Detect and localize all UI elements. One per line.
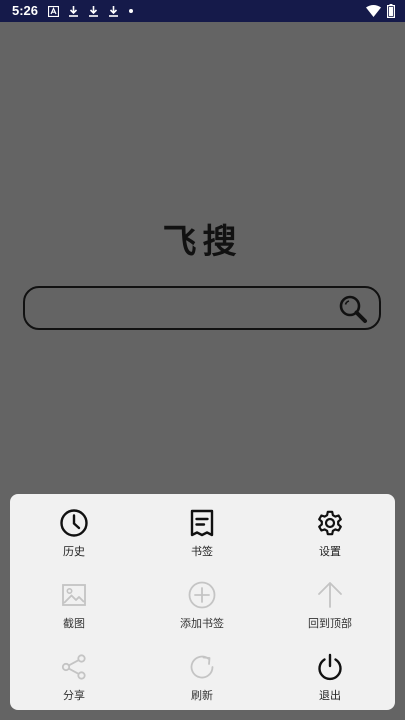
power-icon	[315, 652, 345, 682]
arrow-up-icon	[315, 580, 345, 610]
status-time: 5:26	[12, 3, 39, 18]
download-icon	[68, 5, 79, 17]
menu-item-label: 退出	[319, 689, 341, 702]
share-icon	[59, 652, 89, 682]
menu-item-screenshot[interactable]: 截图	[10, 570, 138, 642]
status-notification-icons	[48, 3, 134, 19]
notification-a-icon	[48, 5, 59, 17]
status-system-icons	[366, 3, 395, 19]
search-input[interactable]	[37, 294, 327, 322]
clock-icon	[59, 508, 89, 538]
dot-icon	[128, 8, 134, 14]
menu-item-add-bookmark[interactable]: 添加书签	[138, 570, 266, 642]
gear-icon	[315, 508, 345, 538]
menu-item-label: 设置	[319, 545, 341, 558]
menu-item-settings[interactable]: 设置	[266, 498, 394, 570]
menu-item-label: 截图	[63, 617, 85, 630]
status-bar: 5:26	[0, 0, 405, 22]
menu-item-label: 书签	[191, 545, 213, 558]
search-box[interactable]	[23, 286, 381, 330]
refresh-icon	[187, 652, 217, 682]
menu-item-exit[interactable]: 退出	[266, 642, 394, 714]
menu-item-history[interactable]: 历史	[10, 498, 138, 570]
image-icon	[59, 580, 89, 610]
menu-panel: 历史 书签 设置 截图 添加书签 回到顶部 分享 刷新 退出	[10, 494, 395, 710]
menu-item-share[interactable]: 分享	[10, 642, 138, 714]
search-icon[interactable]	[337, 293, 369, 325]
menu-item-label: 分享	[63, 689, 85, 702]
menu-item-label: 添加书签	[180, 617, 224, 630]
plus-circle-icon	[187, 580, 217, 610]
bookmark-list-icon	[187, 508, 217, 538]
menu-item-label: 历史	[63, 545, 85, 558]
download-icon	[108, 5, 119, 17]
menu-item-label: 回到顶部	[308, 617, 352, 630]
menu-item-bookmarks[interactable]: 书签	[138, 498, 266, 570]
menu-item-label: 刷新	[191, 689, 213, 702]
battery-icon	[387, 4, 395, 18]
menu-item-back-to-top[interactable]: 回到顶部	[266, 570, 394, 642]
app-logo: 飞搜	[162, 222, 243, 262]
wifi-icon	[366, 5, 381, 17]
menu-item-refresh[interactable]: 刷新	[138, 642, 266, 714]
download-icon	[88, 5, 99, 17]
